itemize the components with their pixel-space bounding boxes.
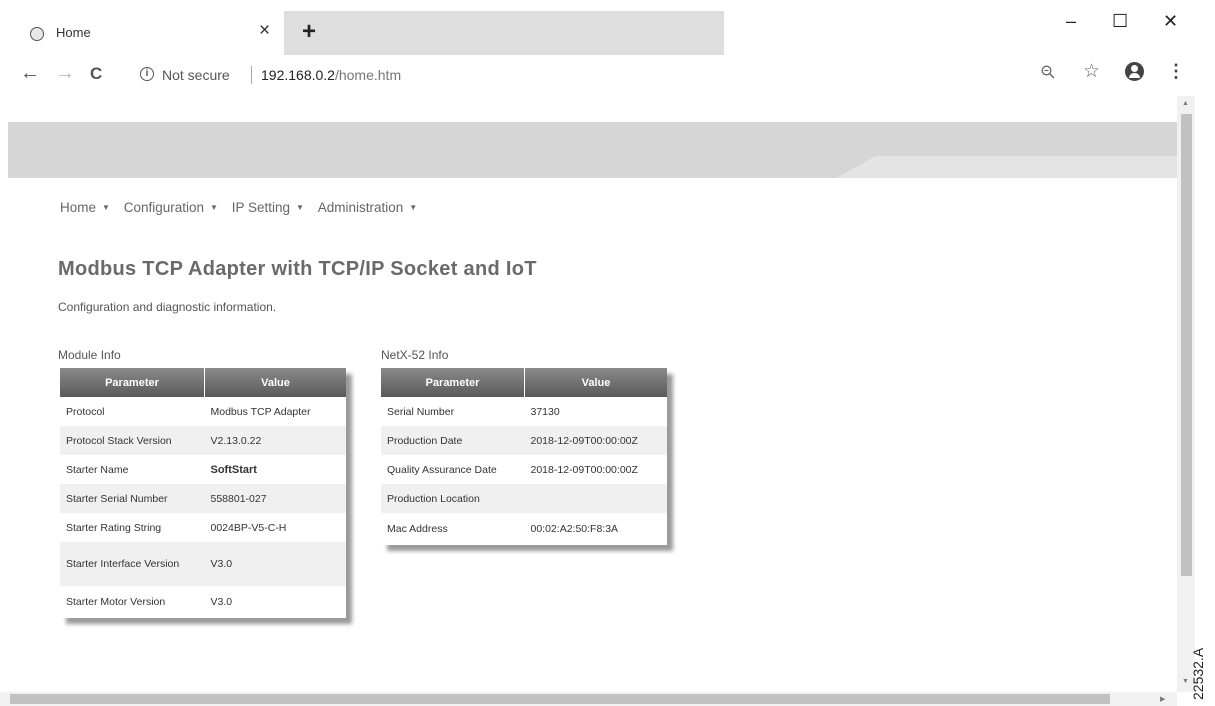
table-row: Quality Assurance Date 2018-12-09T00:00:0… bbox=[381, 455, 667, 484]
nav-item-home[interactable]: Home ▼ bbox=[60, 200, 110, 215]
tab-home[interactable]: Home × bbox=[16, 11, 284, 56]
profile-icon[interactable] bbox=[1125, 62, 1144, 81]
value-cell: 2018-12-09T00:00:00Z bbox=[530, 463, 638, 476]
column-header-value: Value bbox=[204, 368, 346, 397]
value-cell: Modbus TCP Adapter bbox=[210, 405, 311, 418]
nav-item-configuration[interactable]: Configuration ▼ bbox=[124, 200, 218, 215]
caret-down-icon: ▼ bbox=[409, 203, 418, 212]
value-cell: 2018-12-09T00:00:00Z bbox=[524, 426, 667, 455]
caret-down-icon: ▼ bbox=[102, 203, 110, 212]
close-tab-icon[interactable]: × bbox=[259, 21, 270, 40]
value-cell: V2.13.0.22 bbox=[204, 426, 346, 455]
url-path: /home.htm bbox=[334, 67, 402, 83]
table-row: Protocol Stack Version V2.13.0.22 bbox=[60, 426, 346, 455]
nav-item-administration[interactable]: Administration ▼ bbox=[318, 200, 417, 215]
table-row: Production Date 2018-12-09T00:00:00Z bbox=[381, 426, 667, 455]
reload-button[interactable]: C bbox=[90, 65, 102, 82]
table-row: Starter Motor Version V3.0 bbox=[60, 586, 346, 618]
param-cell: Quality Assurance Date bbox=[387, 463, 497, 476]
table-row: Protocol Modbus TCP Adapter bbox=[60, 397, 346, 426]
vertical-scroll-thumb[interactable] bbox=[1181, 114, 1192, 576]
new-tab-button[interactable]: + bbox=[302, 20, 316, 44]
module-info-table: Parameter Value Protocol Modbus TCP Adapt… bbox=[60, 368, 346, 618]
info-icon[interactable]: i bbox=[140, 67, 154, 81]
caret-down-icon: ▼ bbox=[210, 203, 218, 212]
param-cell: Production Location bbox=[381, 484, 525, 513]
close-window-button[interactable]: ✕ bbox=[1163, 12, 1178, 30]
table-row: Serial Number 37130 bbox=[381, 397, 667, 426]
column-header-parameter: Parameter bbox=[381, 368, 525, 397]
nav-label: Configuration bbox=[123, 200, 205, 215]
netx-info-table: Parameter Value Serial Number 37130 Produ… bbox=[381, 368, 667, 545]
table-row: Starter Interface Version V3.0 bbox=[60, 542, 346, 586]
nav-item-ip-setting[interactable]: IP Setting ▼ bbox=[232, 200, 304, 215]
scroll-right-icon[interactable]: ▶ bbox=[1160, 695, 1165, 703]
table-row: Production Location bbox=[381, 484, 667, 513]
param-cell: Starter Serial Number bbox=[60, 484, 205, 513]
banner-decoration bbox=[836, 156, 1177, 178]
param-cell: Mac Address bbox=[387, 523, 448, 535]
module-info-title: Module Info bbox=[58, 348, 121, 362]
page-subtitle: Configuration and diagnostic information… bbox=[58, 300, 277, 314]
back-button[interactable]: ← bbox=[20, 63, 40, 83]
caret-down-icon: ▼ bbox=[296, 203, 304, 212]
scroll-down-icon[interactable]: ▼ bbox=[1182, 678, 1189, 685]
column-header-value: Value bbox=[524, 368, 667, 397]
column-header-parameter: Parameter bbox=[60, 368, 205, 397]
nav-label: Administration bbox=[317, 200, 404, 215]
security-indicator[interactable]: Not secure bbox=[162, 67, 230, 83]
browser-menu-icon[interactable]: ⋮ bbox=[1167, 62, 1185, 80]
param-cell: Protocol Stack Version bbox=[60, 426, 205, 455]
param-cell: Serial Number bbox=[387, 405, 455, 418]
forward-button[interactable]: → bbox=[55, 63, 75, 83]
bookmark-star-icon[interactable]: ☆ bbox=[1083, 62, 1100, 81]
table-row: Starter Rating String 0024BP-V5-C-H bbox=[60, 513, 346, 542]
tab-title: Home bbox=[56, 25, 91, 40]
table-row: Starter Name SoftStart bbox=[60, 455, 346, 484]
nav-label: IP Setting bbox=[231, 200, 290, 215]
table-row: Starter Serial Number 558801-027 bbox=[60, 484, 346, 513]
tab-bar: Home × + – ☐ ✕ bbox=[0, 0, 1215, 56]
address-bar[interactable]: i Not secure 192.168.0.2/home.htm bbox=[128, 61, 1108, 89]
value-cell: V3.0 bbox=[204, 542, 346, 586]
maximize-button[interactable]: ☐ bbox=[1112, 12, 1128, 30]
main-nav: Home ▼ Configuration ▼ IP Setting ▼ Adminis… bbox=[60, 200, 427, 215]
value-cell: SoftStart bbox=[210, 463, 257, 476]
param-cell: Protocol bbox=[66, 405, 105, 418]
nav-label: Home bbox=[60, 200, 97, 215]
table-row: Mac Address 00:02:A2:50:F8:3A bbox=[381, 513, 667, 545]
figure-id: 22532.A bbox=[1190, 647, 1206, 700]
param-cell: Starter Interface Version bbox=[60, 542, 205, 586]
url-text[interactable]: 192.168.0.2/home.htm bbox=[261, 67, 401, 83]
value-cell: 00:02:A2:50:F8:3A bbox=[530, 523, 619, 535]
value-cell bbox=[524, 484, 667, 513]
divider bbox=[251, 66, 252, 84]
page-title: Modbus TCP Adapter with TCP/IP Socket an… bbox=[58, 258, 537, 280]
minimize-button[interactable]: – bbox=[1066, 12, 1076, 30]
globe-icon bbox=[30, 27, 44, 41]
url-host: 192.168.0.2 bbox=[261, 67, 335, 83]
browser-toolbar: ← → C i Not secure 192.168.0.2/home.htm … bbox=[0, 56, 1215, 94]
zoom-icon[interactable] bbox=[1041, 65, 1055, 82]
param-cell: Starter Name bbox=[66, 463, 129, 476]
value-cell: V3.0 bbox=[210, 596, 233, 608]
scroll-up-icon[interactable]: ▲ bbox=[1182, 100, 1189, 107]
horizontal-scrollbar[interactable]: ▶ bbox=[0, 692, 1177, 706]
value-cell: 37130 bbox=[530, 405, 560, 418]
param-cell: Production Date bbox=[381, 426, 525, 455]
netx-info-title: NetX-52 Info bbox=[381, 348, 449, 362]
value-cell: 0024BP-V5-C-H bbox=[210, 521, 287, 534]
horizontal-scroll-thumb[interactable] bbox=[10, 694, 1110, 704]
param-cell: Starter Motor Version bbox=[66, 596, 166, 608]
value-cell: 558801-027 bbox=[204, 484, 346, 513]
param-cell: Starter Rating String bbox=[66, 521, 162, 534]
